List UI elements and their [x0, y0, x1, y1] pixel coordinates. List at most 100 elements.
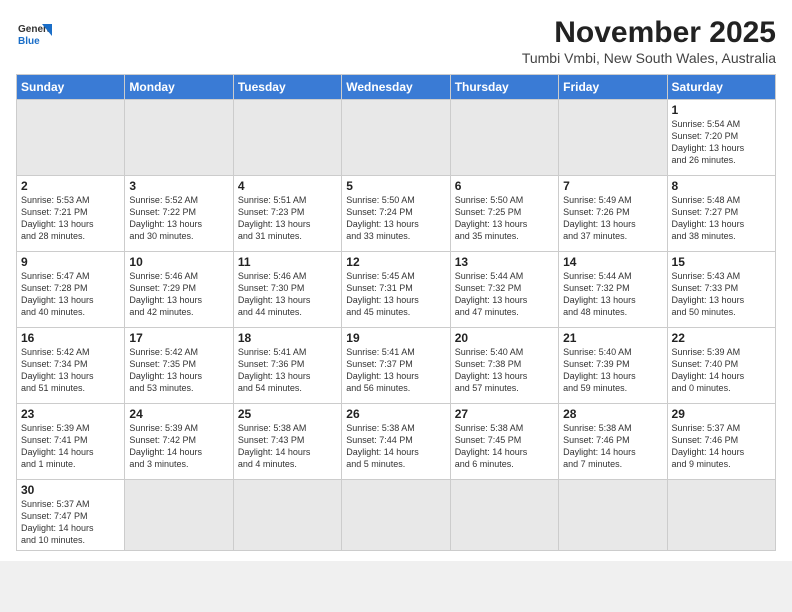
day-info: Sunrise: 5:38 AM Sunset: 7:45 PM Dayligh…	[455, 422, 554, 471]
day-info: Sunrise: 5:44 AM Sunset: 7:32 PM Dayligh…	[455, 270, 554, 319]
calendar-cell: 9Sunrise: 5:47 AM Sunset: 7:28 PM Daylig…	[17, 252, 125, 328]
calendar-cell	[450, 480, 558, 551]
month-title: November 2025	[522, 16, 776, 50]
day-info: Sunrise: 5:38 AM Sunset: 7:43 PM Dayligh…	[238, 422, 337, 471]
calendar-cell: 23Sunrise: 5:39 AM Sunset: 7:41 PM Dayli…	[17, 404, 125, 480]
calendar-cell: 6Sunrise: 5:50 AM Sunset: 7:25 PM Daylig…	[450, 176, 558, 252]
day-number: 2	[21, 179, 120, 193]
day-number: 14	[563, 255, 662, 269]
day-info: Sunrise: 5:50 AM Sunset: 7:25 PM Dayligh…	[455, 194, 554, 243]
calendar-cell	[17, 100, 125, 176]
day-number: 30	[21, 483, 120, 497]
day-info: Sunrise: 5:52 AM Sunset: 7:22 PM Dayligh…	[129, 194, 228, 243]
day-info: Sunrise: 5:46 AM Sunset: 7:30 PM Dayligh…	[238, 270, 337, 319]
day-info: Sunrise: 5:38 AM Sunset: 7:46 PM Dayligh…	[563, 422, 662, 471]
day-info: Sunrise: 5:53 AM Sunset: 7:21 PM Dayligh…	[21, 194, 120, 243]
day-info: Sunrise: 5:48 AM Sunset: 7:27 PM Dayligh…	[672, 194, 771, 243]
day-number: 13	[455, 255, 554, 269]
day-number: 20	[455, 331, 554, 345]
calendar-cell	[559, 480, 667, 551]
calendar-cell: 10Sunrise: 5:46 AM Sunset: 7:29 PM Dayli…	[125, 252, 233, 328]
day-number: 29	[672, 407, 771, 421]
calendar-cell	[125, 100, 233, 176]
day-number: 11	[238, 255, 337, 269]
calendar-cell: 29Sunrise: 5:37 AM Sunset: 7:46 PM Dayli…	[667, 404, 775, 480]
weekday-header-wednesday: Wednesday	[342, 75, 450, 100]
day-number: 28	[563, 407, 662, 421]
day-number: 3	[129, 179, 228, 193]
day-number: 5	[346, 179, 445, 193]
day-info: Sunrise: 5:37 AM Sunset: 7:46 PM Dayligh…	[672, 422, 771, 471]
day-number: 23	[21, 407, 120, 421]
calendar-cell: 28Sunrise: 5:38 AM Sunset: 7:46 PM Dayli…	[559, 404, 667, 480]
weekday-header-sunday: Sunday	[17, 75, 125, 100]
day-info: Sunrise: 5:46 AM Sunset: 7:29 PM Dayligh…	[129, 270, 228, 319]
calendar: SundayMondayTuesdayWednesdayThursdayFrid…	[16, 74, 776, 551]
day-info: Sunrise: 5:39 AM Sunset: 7:42 PM Dayligh…	[129, 422, 228, 471]
day-number: 1	[672, 103, 771, 117]
calendar-cell: 20Sunrise: 5:40 AM Sunset: 7:38 PM Dayli…	[450, 328, 558, 404]
day-info: Sunrise: 5:49 AM Sunset: 7:26 PM Dayligh…	[563, 194, 662, 243]
day-info: Sunrise: 5:47 AM Sunset: 7:28 PM Dayligh…	[21, 270, 120, 319]
calendar-cell	[233, 480, 341, 551]
day-number: 21	[563, 331, 662, 345]
day-number: 8	[672, 179, 771, 193]
day-info: Sunrise: 5:39 AM Sunset: 7:40 PM Dayligh…	[672, 346, 771, 395]
weekday-header-thursday: Thursday	[450, 75, 558, 100]
day-number: 9	[21, 255, 120, 269]
day-number: 26	[346, 407, 445, 421]
day-number: 18	[238, 331, 337, 345]
day-info: Sunrise: 5:38 AM Sunset: 7:44 PM Dayligh…	[346, 422, 445, 471]
calendar-cell: 8Sunrise: 5:48 AM Sunset: 7:27 PM Daylig…	[667, 176, 775, 252]
calendar-cell: 18Sunrise: 5:41 AM Sunset: 7:36 PM Dayli…	[233, 328, 341, 404]
calendar-cell: 14Sunrise: 5:44 AM Sunset: 7:32 PM Dayli…	[559, 252, 667, 328]
day-info: Sunrise: 5:42 AM Sunset: 7:34 PM Dayligh…	[21, 346, 120, 395]
day-info: Sunrise: 5:45 AM Sunset: 7:31 PM Dayligh…	[346, 270, 445, 319]
weekday-header-saturday: Saturday	[667, 75, 775, 100]
calendar-cell: 15Sunrise: 5:43 AM Sunset: 7:33 PM Dayli…	[667, 252, 775, 328]
day-number: 10	[129, 255, 228, 269]
calendar-cell: 3Sunrise: 5:52 AM Sunset: 7:22 PM Daylig…	[125, 176, 233, 252]
day-info: Sunrise: 5:37 AM Sunset: 7:47 PM Dayligh…	[21, 498, 120, 547]
calendar-cell: 19Sunrise: 5:41 AM Sunset: 7:37 PM Dayli…	[342, 328, 450, 404]
calendar-cell: 27Sunrise: 5:38 AM Sunset: 7:45 PM Dayli…	[450, 404, 558, 480]
calendar-cell: 17Sunrise: 5:42 AM Sunset: 7:35 PM Dayli…	[125, 328, 233, 404]
weekday-header-friday: Friday	[559, 75, 667, 100]
calendar-cell: 13Sunrise: 5:44 AM Sunset: 7:32 PM Dayli…	[450, 252, 558, 328]
day-info: Sunrise: 5:41 AM Sunset: 7:36 PM Dayligh…	[238, 346, 337, 395]
title-block: November 2025 Tumbi Vmbi, New South Wale…	[522, 16, 776, 66]
calendar-cell	[342, 480, 450, 551]
day-number: 27	[455, 407, 554, 421]
calendar-cell: 24Sunrise: 5:39 AM Sunset: 7:42 PM Dayli…	[125, 404, 233, 480]
day-number: 22	[672, 331, 771, 345]
day-info: Sunrise: 5:50 AM Sunset: 7:24 PM Dayligh…	[346, 194, 445, 243]
day-number: 24	[129, 407, 228, 421]
calendar-cell	[125, 480, 233, 551]
logo: General Blue	[16, 16, 52, 52]
day-number: 7	[563, 179, 662, 193]
calendar-cell	[667, 480, 775, 551]
weekday-header-row: SundayMondayTuesdayWednesdayThursdayFrid…	[17, 75, 776, 100]
day-number: 12	[346, 255, 445, 269]
generalblue-logo-icon: General Blue	[16, 16, 52, 52]
day-info: Sunrise: 5:44 AM Sunset: 7:32 PM Dayligh…	[563, 270, 662, 319]
day-info: Sunrise: 5:39 AM Sunset: 7:41 PM Dayligh…	[21, 422, 120, 471]
day-info: Sunrise: 5:51 AM Sunset: 7:23 PM Dayligh…	[238, 194, 337, 243]
calendar-cell: 16Sunrise: 5:42 AM Sunset: 7:34 PM Dayli…	[17, 328, 125, 404]
day-number: 25	[238, 407, 337, 421]
calendar-cell: 11Sunrise: 5:46 AM Sunset: 7:30 PM Dayli…	[233, 252, 341, 328]
calendar-cell: 21Sunrise: 5:40 AM Sunset: 7:39 PM Dayli…	[559, 328, 667, 404]
calendar-cell: 2Sunrise: 5:53 AM Sunset: 7:21 PM Daylig…	[17, 176, 125, 252]
calendar-cell: 7Sunrise: 5:49 AM Sunset: 7:26 PM Daylig…	[559, 176, 667, 252]
calendar-cell	[342, 100, 450, 176]
calendar-cell	[559, 100, 667, 176]
day-info: Sunrise: 5:41 AM Sunset: 7:37 PM Dayligh…	[346, 346, 445, 395]
header: General Blue November 2025 Tumbi Vmbi, N…	[16, 16, 776, 66]
day-number: 16	[21, 331, 120, 345]
location: Tumbi Vmbi, New South Wales, Australia	[522, 50, 776, 66]
day-info: Sunrise: 5:40 AM Sunset: 7:39 PM Dayligh…	[563, 346, 662, 395]
day-number: 17	[129, 331, 228, 345]
day-info: Sunrise: 5:42 AM Sunset: 7:35 PM Dayligh…	[129, 346, 228, 395]
day-info: Sunrise: 5:40 AM Sunset: 7:38 PM Dayligh…	[455, 346, 554, 395]
day-number: 15	[672, 255, 771, 269]
